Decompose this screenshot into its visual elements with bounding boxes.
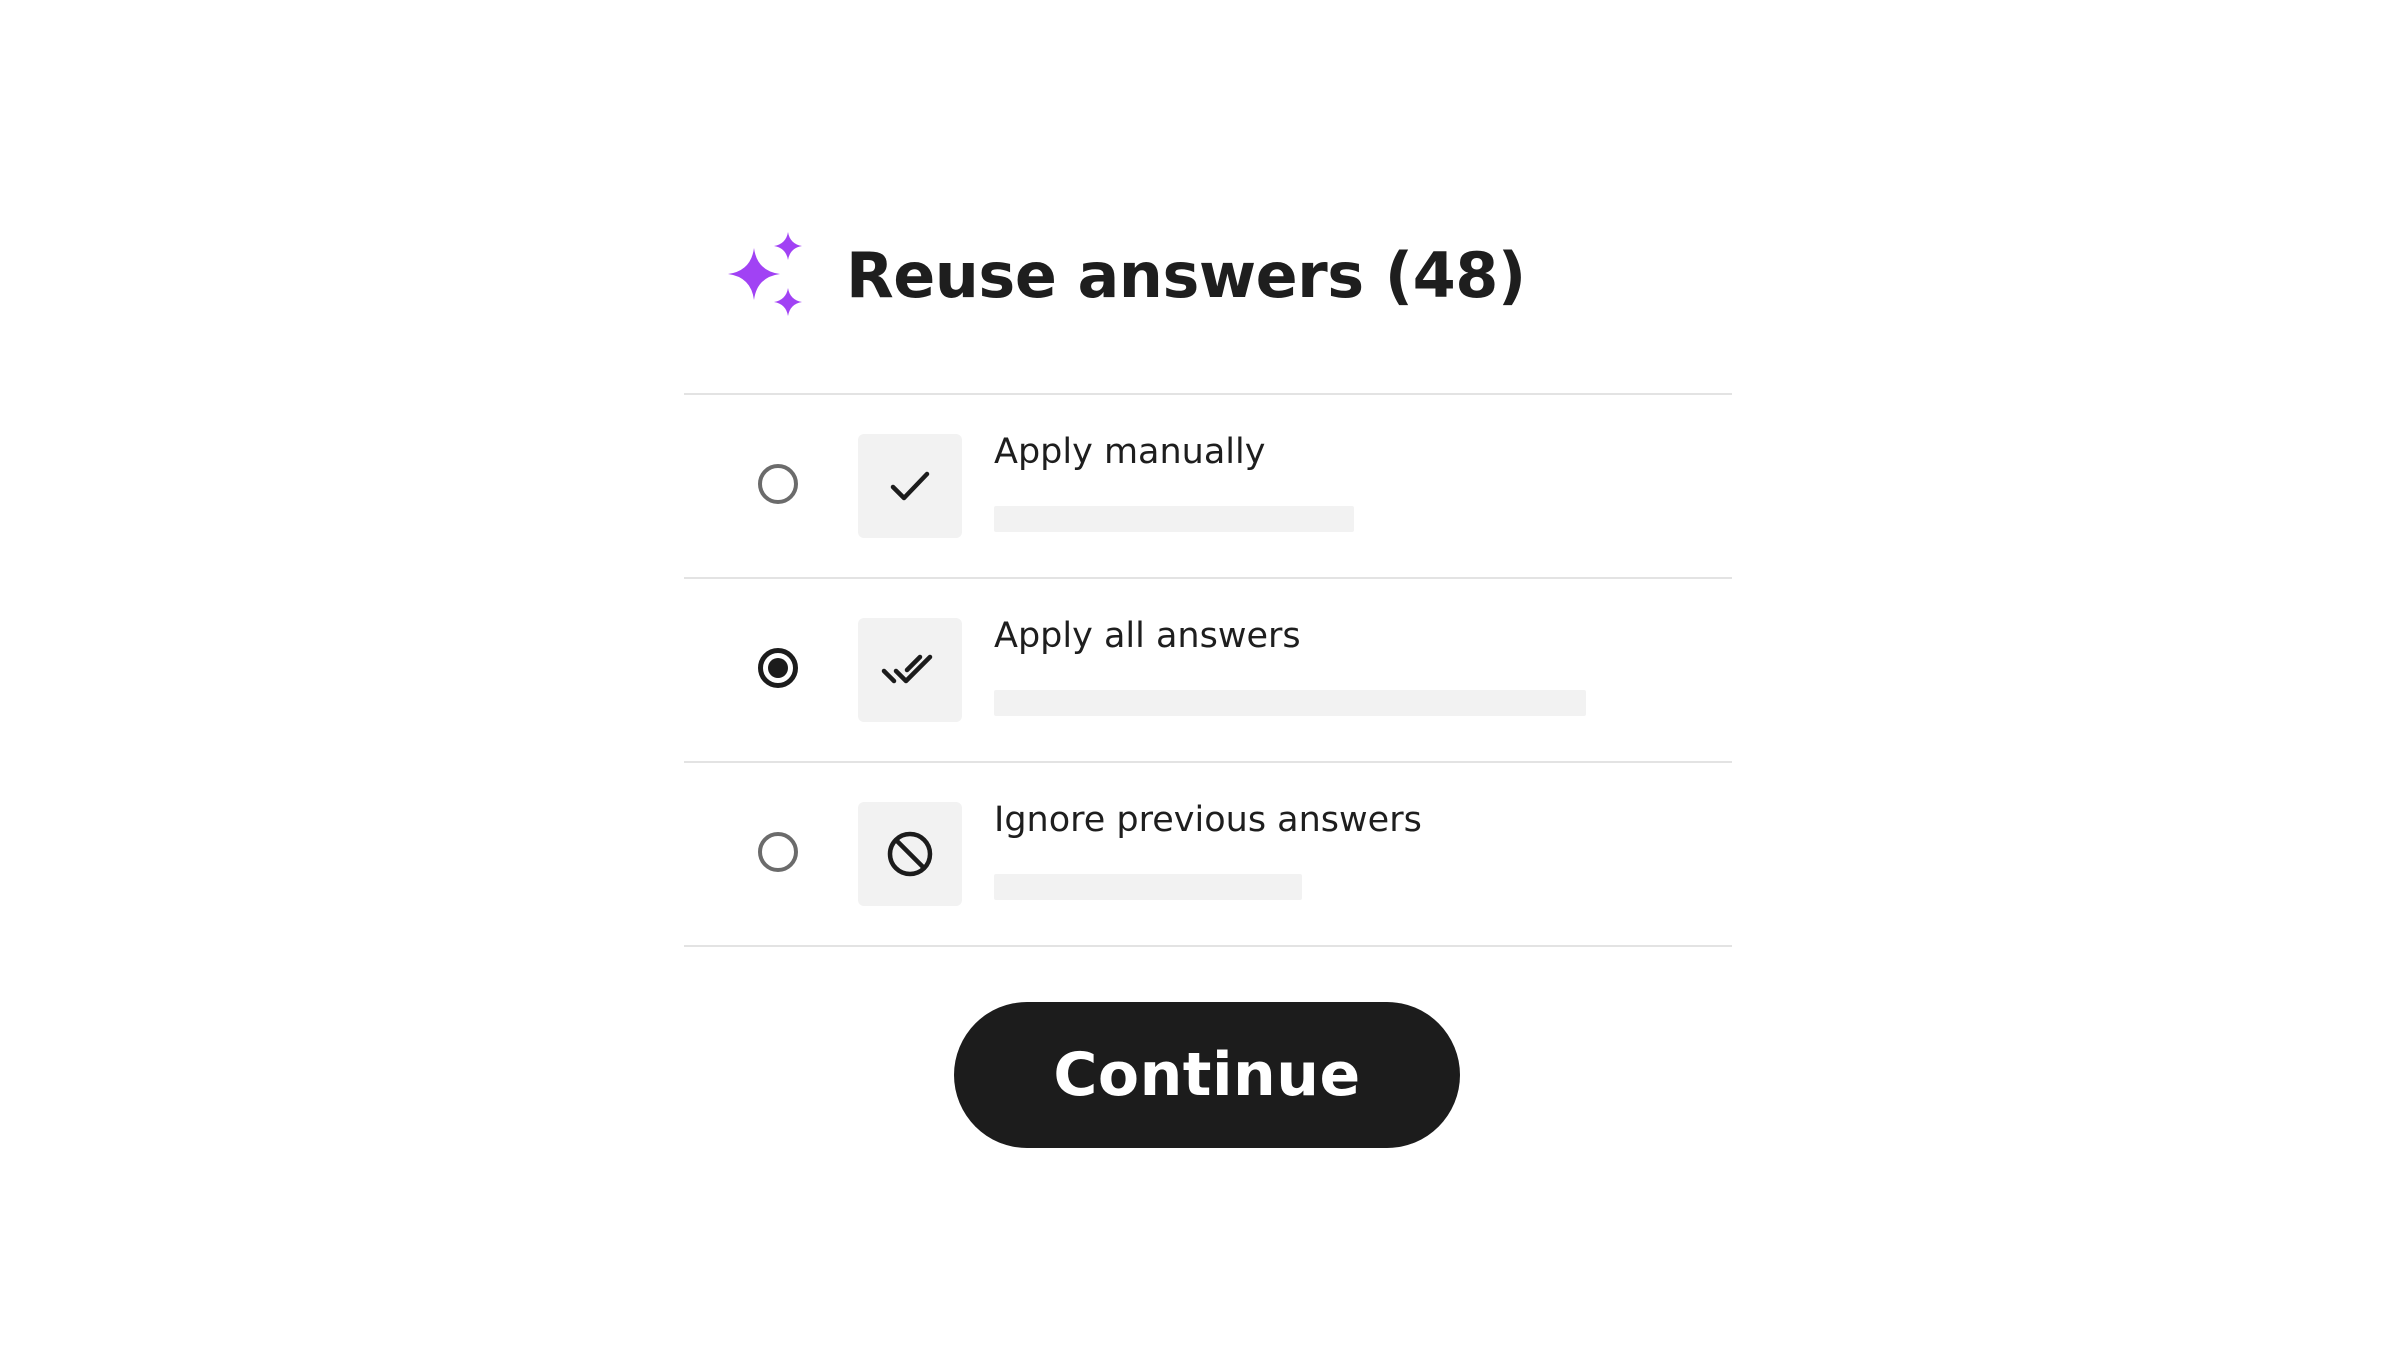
radio-selected-dot (768, 658, 788, 678)
icon-tile (858, 434, 962, 538)
option-label: Apply all answers (994, 616, 1301, 656)
icon-tile (858, 802, 962, 906)
reuse-answers-dialog: Reuse answers (48) Apply manually Apply … (684, 0, 1732, 1350)
dialog-title: Reuse answers (48) (846, 238, 1526, 312)
radio-apply-all-answers[interactable] (758, 648, 798, 688)
radio-apply-manually[interactable] (758, 464, 798, 504)
option-apply-manually[interactable]: Apply manually (684, 394, 1732, 576)
icon-tile (858, 618, 962, 722)
divider (684, 945, 1732, 947)
description-placeholder (994, 874, 1302, 900)
option-apply-all-answers[interactable]: Apply all answers (684, 578, 1732, 760)
description-placeholder (994, 690, 1586, 716)
option-ignore-previous-answers[interactable]: Ignore previous answers (684, 762, 1732, 944)
block-icon (887, 831, 933, 877)
option-label: Apply manually (994, 432, 1266, 472)
check-icon (890, 471, 930, 501)
radio-ignore-previous-answers[interactable] (758, 832, 798, 872)
option-label: Ignore previous answers (994, 800, 1422, 840)
sparkle-icon (728, 232, 802, 316)
continue-button[interactable]: Continue (954, 1002, 1460, 1148)
description-placeholder (994, 506, 1354, 532)
double-check-icon (881, 654, 933, 684)
dialog-header: Reuse answers (48) (724, 232, 1526, 318)
